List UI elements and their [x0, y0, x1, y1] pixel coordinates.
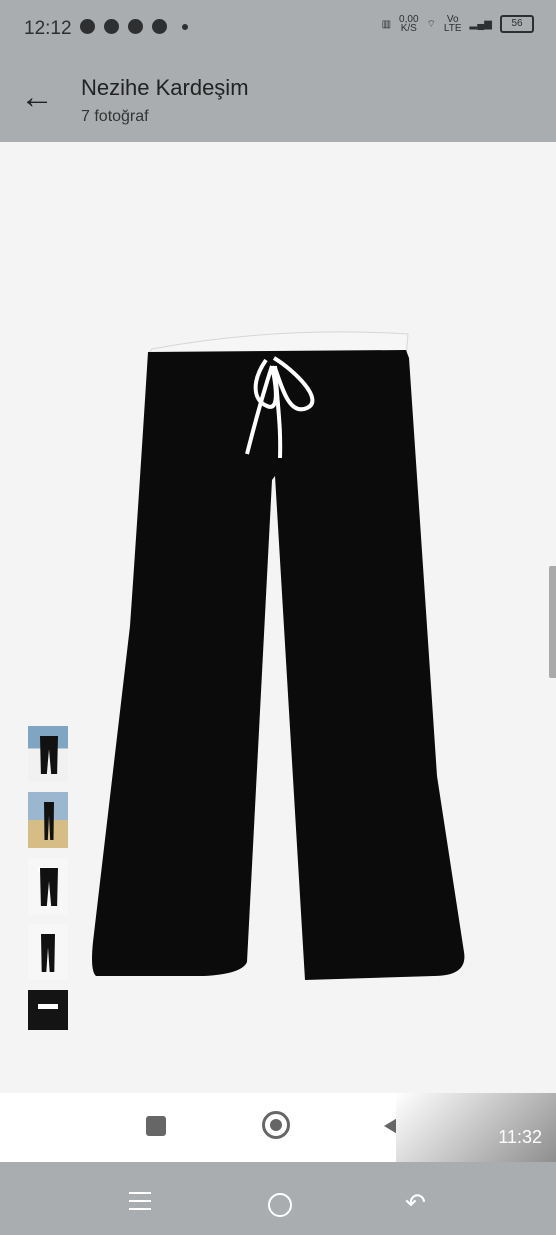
menu-icon[interactable]	[129, 1192, 151, 1210]
photo-count: 7 fotoğraf	[81, 108, 149, 125]
thumbnail-4[interactable]	[28, 924, 68, 980]
app-header: ← Nezihe Kardeşim 7 fotoğraf	[0, 56, 556, 142]
network-speed: 0,00 K/S	[399, 14, 419, 34]
return-icon[interactable]: ↶	[405, 1191, 426, 1216]
signal-icon: ▂▄▆	[469, 18, 492, 30]
thumbnail-3[interactable]	[28, 858, 68, 914]
notification-icons	[80, 19, 188, 34]
status-time: 12:12	[24, 18, 72, 39]
thumbnail-2[interactable]	[28, 792, 68, 848]
system-navigation: ↶	[0, 1172, 556, 1235]
thumbnail-strip	[28, 726, 70, 1040]
arrow-left-icon[interactable]: ←	[20, 80, 58, 116]
main-product-image	[92, 331, 465, 980]
message-icon	[80, 19, 95, 34]
chrome-icon	[128, 19, 143, 34]
more-notifications-icon	[182, 23, 188, 30]
thumbnail-1[interactable]	[28, 726, 68, 782]
photo-viewer[interactable]	[0, 142, 556, 1093]
status-bar: 12:12 ▥ 0,00 K/S ⌔ Vo LTE ▂▄▆ 56	[0, 0, 556, 56]
battery-icon: 56	[500, 15, 534, 33]
record-icon[interactable]	[262, 1111, 290, 1139]
vibrate-icon: ▥	[381, 18, 392, 30]
thumbnail-5[interactable]	[28, 990, 68, 1030]
video-time: 11:32	[396, 1093, 556, 1162]
navigation-overlay: 11:32	[0, 1093, 556, 1162]
wifi-icon: ⌔	[426, 18, 436, 30]
status-right: ▥ 0,00 K/S ⌔ Vo LTE ▂▄▆ 56	[381, 14, 534, 34]
scroll-handle[interactable]	[549, 566, 556, 678]
home-icon[interactable]	[268, 1193, 292, 1217]
instagram-icon	[104, 19, 119, 34]
page-title: Nezihe Kardeşim	[81, 75, 249, 100]
stop-icon[interactable]	[146, 1116, 166, 1136]
lte-indicator: Vo LTE	[443, 14, 462, 34]
package-icon	[152, 19, 167, 34]
